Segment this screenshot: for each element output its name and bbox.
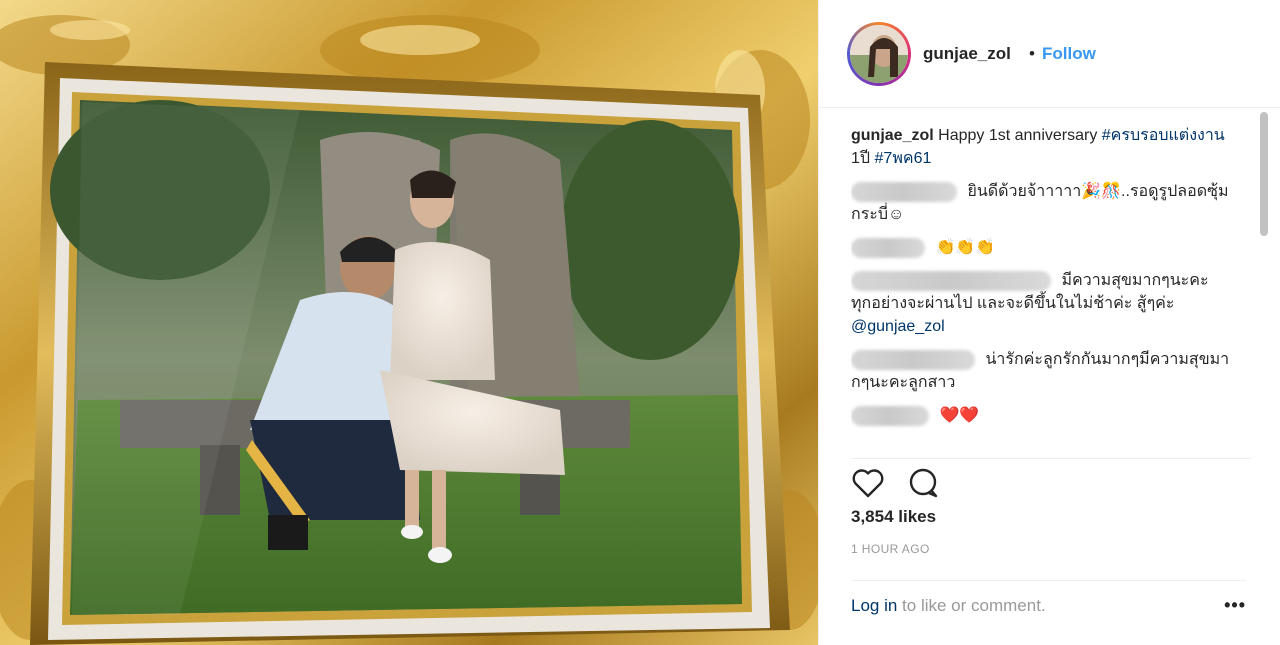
blurred-username bbox=[851, 405, 929, 426]
mention-link[interactable]: @gunjae_zol bbox=[851, 318, 945, 335]
caption: gunjae_zol Happy 1st anniversary #ครบรอบ… bbox=[851, 124, 1231, 170]
more-options-button[interactable]: ••• bbox=[1224, 595, 1246, 616]
post-timestamp[interactable]: 1 HOUR AGO bbox=[851, 542, 930, 556]
post-photo[interactable] bbox=[0, 0, 818, 645]
caption-text: Happy 1st anniversary bbox=[938, 127, 1098, 144]
comment-item: ยินดีด้วยจ้าาาาา🎉🎊..รอดูรูปลอดซุ้มกระบี่… bbox=[851, 180, 1231, 226]
blurred-username bbox=[851, 349, 975, 370]
action-bar bbox=[851, 458, 1251, 499]
hashtag-link[interactable]: #ครบรอบแต่งงาน bbox=[1102, 127, 1225, 144]
comments-scrollbar[interactable] bbox=[1259, 108, 1269, 446]
comment-item: 👏👏👏 bbox=[851, 236, 1231, 259]
separator-dot: • bbox=[1029, 44, 1035, 63]
blurred-username bbox=[851, 181, 957, 202]
hashtag-link[interactable]: #7พค61 bbox=[875, 150, 932, 167]
likes-count[interactable]: 3,854 likes bbox=[851, 507, 936, 527]
post-header: gunjae_zol • Follow bbox=[819, 0, 1280, 108]
heart-icon[interactable] bbox=[851, 467, 885, 504]
login-prompt-text: to like or comment. bbox=[897, 596, 1046, 615]
comment-item: มีความสุขมากๆนะคะ ทุกอย่างจะผ่านไป และจะ… bbox=[851, 269, 1231, 338]
comment-icon[interactable] bbox=[907, 467, 941, 504]
avatar[interactable] bbox=[850, 25, 908, 83]
comment-text: 👏👏👏 bbox=[935, 239, 996, 256]
avatar-story-ring[interactable] bbox=[847, 22, 911, 86]
login-link[interactable]: Log in bbox=[851, 596, 897, 615]
blurred-username bbox=[851, 237, 925, 258]
comment-text: ❤️❤️ bbox=[939, 407, 980, 424]
framed-wedding-photo bbox=[0, 0, 818, 645]
caption-mid: 1ปี bbox=[851, 150, 871, 167]
login-prompt: Log in to like or comment. ••• bbox=[851, 580, 1246, 630]
caption-username[interactable]: gunjae_zol bbox=[851, 127, 934, 144]
scrollbar-thumb[interactable] bbox=[1260, 112, 1268, 236]
comment-item: น่ารักค่ะลูกรักกันมากๆมีความสุขมากๆนะคะล… bbox=[851, 348, 1231, 394]
follow-button[interactable]: Follow bbox=[1042, 44, 1096, 64]
blurred-username bbox=[851, 270, 1051, 291]
comments-list: gunjae_zol Happy 1st anniversary #ครบรอบ… bbox=[851, 124, 1231, 444]
comment-item: ❤️❤️ bbox=[851, 404, 1231, 427]
post-username[interactable]: gunjae_zol bbox=[923, 44, 1011, 64]
post-side-panel: gunjae_zol • Follow gunjae_zol Happy 1st… bbox=[818, 0, 1280, 645]
